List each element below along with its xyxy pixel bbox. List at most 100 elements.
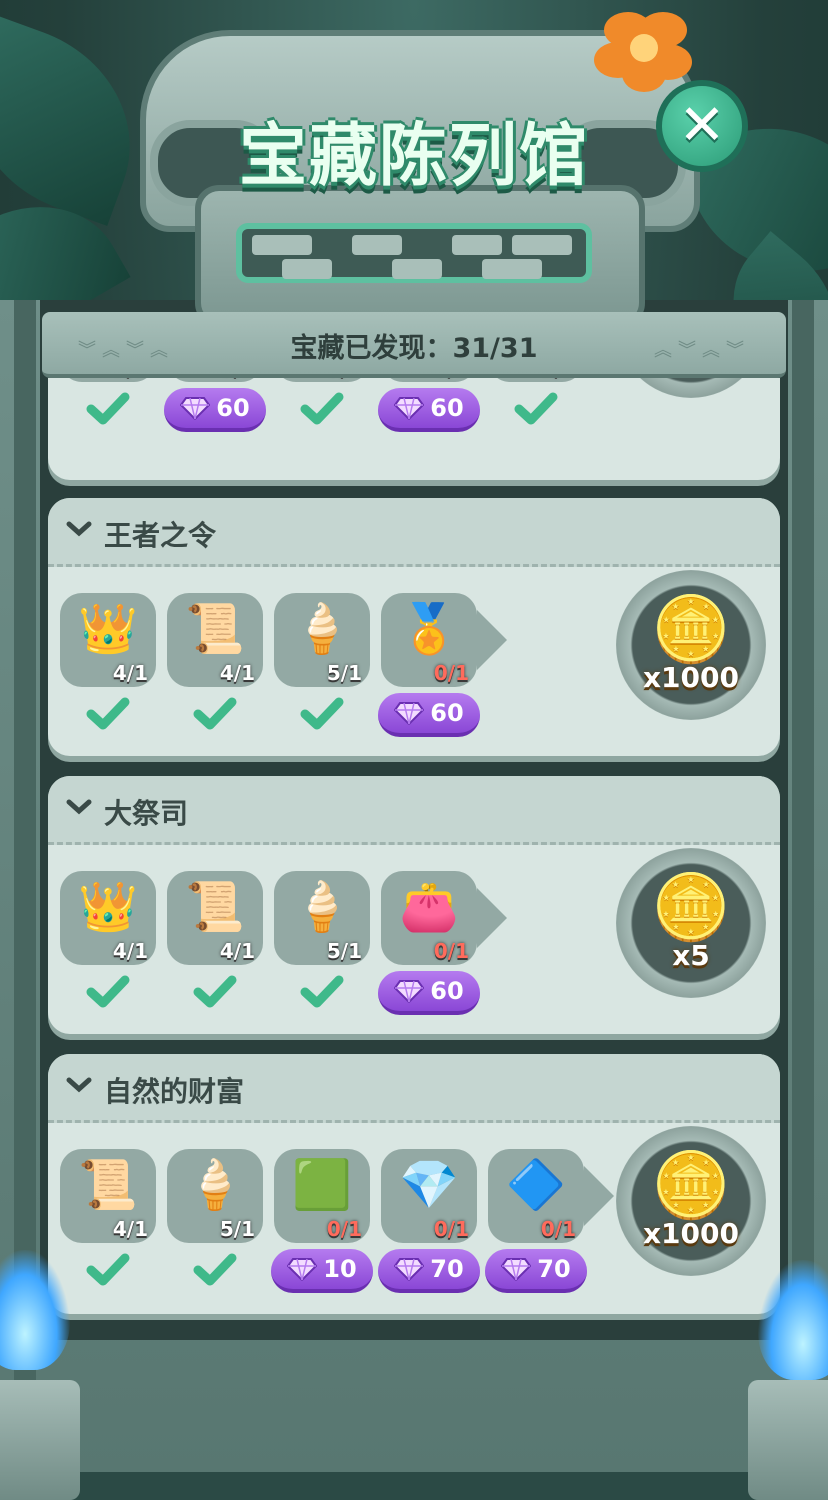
collection-header[interactable]: 自然的财富 — [48, 1054, 780, 1123]
collection-item[interactable]: 🍦 5/1 — [167, 1149, 263, 1243]
checkmark-icon — [86, 975, 130, 1008]
scroll-icon: 📜 — [78, 1157, 138, 1213]
collection-title: 大祭司 — [104, 797, 189, 830]
brick — [452, 235, 502, 255]
close-button[interactable]: ✕ — [656, 80, 748, 172]
checkmark-icon — [300, 975, 344, 1008]
checkmark-icon — [193, 1253, 237, 1286]
buy-with-gems-button[interactable]: 60 — [378, 693, 480, 737]
scroll-icon: 📜 — [185, 601, 245, 657]
item-count: 4/1 — [112, 1217, 148, 1241]
collection-item[interactable]: 🏅 0/1 — [381, 593, 477, 687]
pedestal-right — [748, 1380, 828, 1500]
gem-cost: 60 — [430, 977, 464, 1005]
collection-item[interactable]: 🍦 5/1 — [274, 593, 370, 687]
collection-item[interactable]: 💎 0/1 — [381, 1149, 477, 1243]
checkmark-icon — [86, 1253, 130, 1286]
purple-gem-icon — [501, 1258, 532, 1281]
purple-gem-icon — [394, 397, 425, 420]
item-count: 0/1 — [326, 1217, 362, 1241]
reward-glyph: 🪙 — [651, 871, 731, 945]
item-count: 5/1 — [326, 661, 362, 685]
brick — [252, 235, 312, 255]
collection-arrow — [477, 610, 507, 670]
reward-glyph: 🪙 — [651, 1149, 731, 1223]
item-count: 5/1 — [326, 939, 362, 963]
collection-item[interactable]: 🍦 5/1 — [274, 871, 370, 965]
item-count: 0/1 — [433, 661, 469, 685]
gold-coins-reward-icon[interactable]: 🪙 x1000 — [616, 1126, 766, 1276]
collection-item[interactable]: 🎒5/1 — [274, 378, 370, 382]
collection-item[interactable]: 👑 4/1 — [60, 871, 156, 965]
mickey-scepter-icon: 🍦 — [292, 601, 352, 657]
collection-card: 王者之令 👑 4/1 📜 4/1 🍦 5/1 🏅 0/1 60 🪙 x1000 — [48, 498, 780, 756]
collection-title: 王者之令 — [104, 519, 217, 552]
pedestal-left — [0, 1380, 80, 1500]
collection-title: 自然的财富 — [104, 1075, 245, 1108]
buy-with-gems-button[interactable]: 60 — [164, 388, 266, 432]
checkmark-icon — [300, 392, 344, 425]
collection-header[interactable]: 大祭司 — [48, 776, 780, 845]
collection-item[interactable]: 🔔1/1 — [488, 378, 584, 382]
purple-gem-icon — [394, 980, 425, 1003]
gem-cost: 10 — [323, 1255, 357, 1283]
chevron-decoration-right: ︽︾︽︾ — [654, 340, 750, 361]
blue-gear-reward-icon[interactable]: x5 — [616, 378, 766, 398]
white-gem-icon: 🔷 — [506, 1157, 566, 1213]
collection-item[interactable]: 📜 4/1 — [167, 871, 263, 965]
reward-amount: x1000 — [643, 661, 739, 694]
reward-glyph: 🪙 — [651, 593, 731, 667]
collection-item[interactable]: 📜 4/1 — [60, 1149, 156, 1243]
collection-item[interactable]: 🔷 0/1 — [488, 1149, 584, 1243]
buy-with-gems-button[interactable]: 10 — [271, 1249, 373, 1293]
close-icon: ✕ — [678, 93, 726, 158]
item-count: 4/1 — [112, 661, 148, 685]
item-count: 5/1 — [219, 1217, 255, 1241]
buy-with-gems-button[interactable]: 60 — [378, 388, 480, 432]
page-title: 宝藏陈列馆 — [238, 117, 589, 196]
mickey-medal-icon: 🏅 — [399, 601, 459, 657]
collection-item[interactable]: 👛0/1 — [167, 378, 263, 382]
header-plaque — [195, 185, 645, 327]
item-count: 0/1 — [220, 378, 255, 380]
progress-value: 31/31 — [452, 333, 538, 364]
collection-card: 大祭司 👑 4/1 📜 4/1 🍦 5/1 👛 0/1 60 🪙 x5 — [48, 776, 780, 1034]
gold-coins-reward-icon[interactable]: 🪙 x1000 — [616, 570, 766, 720]
purple-gem-icon — [394, 1258, 425, 1281]
pink-tokens-reward-icon[interactable]: 🪙 x5 — [616, 848, 766, 998]
chevron-down-icon — [66, 799, 92, 815]
crown-icon: 👑 — [78, 879, 138, 935]
collection-card: 自然的财富 📜 4/1 🍦 5/1 🟩 0/1 10 💎 0/1 70 🔷 0/1 70 🪙 x1000 — [48, 1054, 780, 1314]
purple-gem-icon — [394, 702, 425, 725]
item-count: 4/1 — [219, 939, 255, 963]
checkmark-icon — [86, 392, 130, 425]
collection-item[interactable]: 🧰0/1 — [381, 378, 477, 382]
item-count: 4/1 — [219, 661, 255, 685]
reward-amount: x5 — [672, 939, 710, 972]
blue-crystal-icon: 💎 — [399, 1157, 459, 1213]
checkmark-icon — [193, 975, 237, 1008]
checkmark-icon — [300, 697, 344, 730]
collection-header[interactable]: 王者之令 — [48, 498, 780, 567]
buy-with-gems-button[interactable]: 70 — [485, 1249, 587, 1293]
gem-cost: 70 — [430, 1255, 464, 1283]
collection-item[interactable]: 👑 4/1 — [60, 593, 156, 687]
collection-arrow — [477, 888, 507, 948]
checkmark-icon — [193, 697, 237, 730]
collection-item[interactable]: 📜 4/1 — [167, 593, 263, 687]
gem-cost: 60 — [216, 394, 250, 422]
collection-list[interactable]: 〰7/1 👛0/1 60 🎒5/1 🧰0/1 60 🔔1/1 x5 王者之令 👑 4/1 📜 4/1 🍦 5… — [48, 378, 780, 1338]
item-count: 4/1 — [112, 939, 148, 963]
gem-cost: 70 — [537, 1255, 571, 1283]
checkmark-icon — [514, 392, 558, 425]
item-count: 7/1 — [113, 378, 148, 380]
collection-item[interactable]: 🟩 0/1 — [274, 1149, 370, 1243]
reward-amount: x1000 — [643, 1217, 739, 1250]
item-count: 0/1 — [434, 378, 469, 380]
chevron-down-icon — [66, 1077, 92, 1093]
collection-item[interactable]: 👛0/1 — [381, 871, 477, 965]
collection-item[interactable]: 〰7/1 — [60, 378, 156, 382]
brick — [352, 235, 402, 255]
buy-with-gems-button[interactable]: 60 — [378, 971, 480, 1015]
buy-with-gems-button[interactable]: 70 — [378, 1249, 480, 1293]
